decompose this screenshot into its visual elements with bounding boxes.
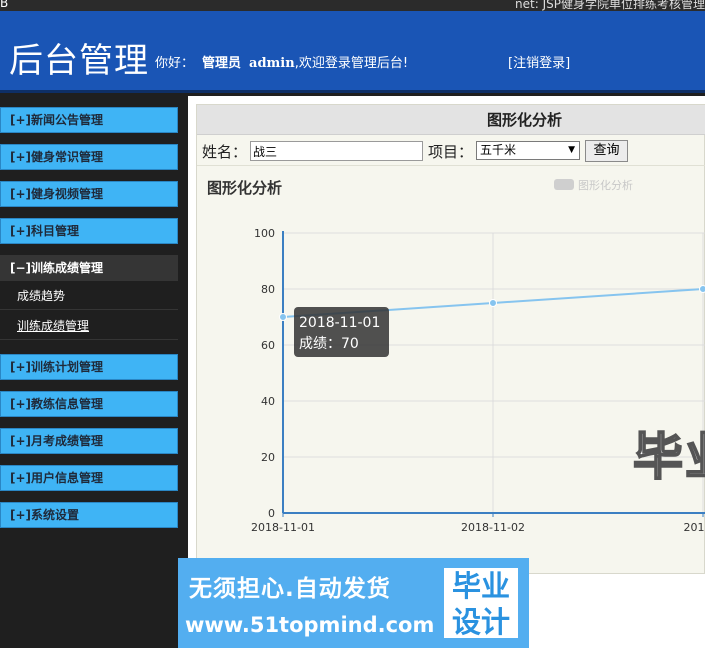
sidebar-subitem-training-score-mgmt[interactable]: 训练成绩管理 <box>0 312 178 340</box>
sidebar-item-user-info[interactable]: [+]用户信息管理 <box>0 465 178 491</box>
greeting-suffix: ,欢迎登录管理后台! <box>294 56 409 71</box>
logout-link[interactable]: [注销登录] <box>508 52 570 71</box>
greeting: 你好： 管理员 admin,欢迎登录管理后台! <box>155 52 408 71</box>
top-strip-left-text: B <box>0 0 9 10</box>
sidebar-item-fitness-knowledge[interactable]: [+]健身常识管理 <box>0 144 178 170</box>
username: admin <box>249 56 295 71</box>
y-tick-label: 20 <box>261 451 275 464</box>
x-tick-label: 2018-11-01 <box>251 521 315 534</box>
y-tick-label: 80 <box>261 283 275 296</box>
site-title: 后台管理 <box>9 41 149 81</box>
sidebar-item-subjects[interactable]: [+]科目管理 <box>0 218 178 244</box>
sidebar-item-training-plan[interactable]: [+]训练计划管理 <box>0 354 178 380</box>
ad-badge-line1: 毕业 <box>451 569 510 603</box>
sidebar-item-monthly-exam[interactable]: [+]月考成绩管理 <box>0 428 178 454</box>
greeting-prefix: 你好： <box>155 56 195 71</box>
user-role: 管理员 <box>202 56 242 71</box>
line-chart: 0 20 40 60 80 100 2018-11-01 2018-11-02 2018-1 20… <box>251 227 705 534</box>
header: 后台管理 你好： 管理员 admin,欢迎登录管理后台! [注销登录] <box>0 11 705 93</box>
data-point <box>699 285 705 293</box>
sidebar-subitem-score-trend[interactable]: 成绩趋势 <box>0 282 178 310</box>
y-tick-label: 100 <box>254 227 275 240</box>
analysis-panel: 图形化分析 姓名： 项目： 五千米 ▼ 查询 图形化分析 图形化分析 02040… <box>196 104 705 574</box>
tooltip-date: 2018-11-01 <box>299 315 380 331</box>
ad-slogan: 无须担心.自动发货 <box>189 576 391 602</box>
y-tick-label: 0 <box>268 507 275 520</box>
sidebar-item-system-settings[interactable]: [+]系统设置 <box>0 502 178 528</box>
ad-banner[interactable]: 无须担心.自动发货 www.51topmind.com 毕业 设计 <box>178 558 529 648</box>
data-point <box>279 313 287 321</box>
x-tick-label: 2018-1 <box>684 521 705 534</box>
sidebar-item-training-scores[interactable]: [−]训练成绩管理 <box>0 255 178 281</box>
top-strip: B net: JSP健身学院单位排练考核管理 <box>0 0 705 11</box>
sidebar-item-fitness-video[interactable]: [+]健身视频管理 <box>0 181 178 207</box>
watermark: 毕业 <box>632 427 705 487</box>
x-tick-label: 2018-11-02 <box>461 521 525 534</box>
tooltip-value: 成绩：70 <box>299 336 359 352</box>
sidebar-item-news[interactable]: [+]新闻公告管理 <box>0 107 178 133</box>
data-point <box>489 299 497 307</box>
ad-badge: 毕业 设计 <box>441 565 521 641</box>
sidebar: [+]新闻公告管理 [+]健身常识管理 [+]健身视频管理 [+]科目管理 [−… <box>0 96 188 648</box>
ad-badge-line2: 设计 <box>451 605 510 639</box>
y-tick-label: 40 <box>261 395 275 408</box>
sidebar-item-coach-info[interactable]: [+]教练信息管理 <box>0 391 178 417</box>
y-tick-label: 60 <box>261 339 275 352</box>
ad-url: www.51topmind.com <box>185 613 435 637</box>
